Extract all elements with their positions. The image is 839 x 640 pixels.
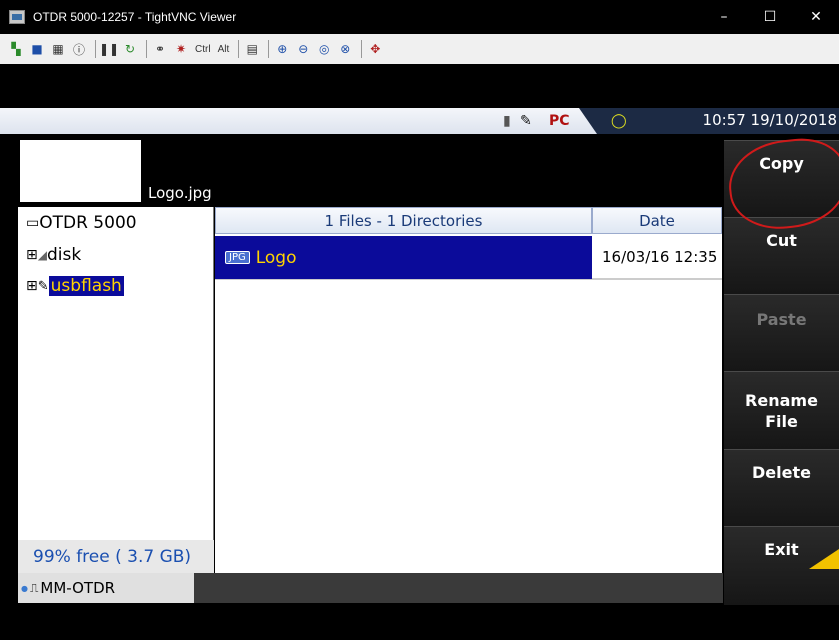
toolbar-separator: [95, 40, 96, 58]
tree-item-label: disk: [46, 245, 82, 265]
disk-icon: ◢: [37, 248, 47, 262]
usb-icon: ✎: [520, 113, 532, 129]
preview-filename: Logo.jpg: [148, 184, 212, 202]
tree-root-label: OTDR 5000: [39, 213, 137, 233]
file-name: Logo: [255, 247, 297, 268]
file-date[interactable]: 16/03/16 12:35: [592, 236, 722, 279]
ctrl-key[interactable]: Ctrl: [193, 40, 213, 58]
expand-icon[interactable]: ⊞: [26, 278, 38, 294]
file-preview-thumbnail: [20, 140, 141, 202]
options-icon[interactable]: ▦: [49, 40, 67, 58]
tab-label: MM-OTDR: [40, 579, 116, 597]
zoom-out-icon[interactable]: ⊖: [294, 40, 312, 58]
file-list: 1 Files - 1 Directories Date JPG Logo 16…: [215, 207, 722, 573]
tree-item-label: usbflash: [48, 276, 124, 296]
toolbar-separator: [361, 40, 363, 58]
directory-tree: ▭ OTDR 5000 ⊞ ◢ disk ⊞ ✎ usbflash: [18, 207, 214, 573]
tree-root[interactable]: ▭ OTDR 5000: [26, 213, 137, 233]
jpg-file-icon: JPG: [225, 251, 250, 264]
toolbar-separator: [146, 40, 147, 58]
fullscreen-icon[interactable]: ✥: [366, 40, 384, 58]
tree-item-disk[interactable]: ⊞ ◢ disk: [26, 245, 81, 265]
expand-icon[interactable]: ⊞: [26, 247, 38, 263]
zoom-fit-icon[interactable]: ⊗: [336, 40, 354, 58]
free-space-label: 99% free ( 3.7 GB): [18, 540, 214, 573]
app-icon: [9, 10, 25, 24]
alt-key[interactable]: Alt: [216, 40, 232, 58]
battery-icon: ▮: [503, 113, 511, 129]
zoom-in-icon[interactable]: ⊕: [273, 40, 291, 58]
vnc-toolbar: ▚ ■ ▦ ⓘ ❚❚ ↻ ⚭ ✷ Ctrl Alt ▤ ⊕ ⊖ ◎ ⊗ ✥: [0, 34, 839, 64]
ctrl-alt-del-icon[interactable]: ⚭: [151, 40, 169, 58]
monitor-icon: ▭: [26, 215, 40, 231]
tab-bar-fill: [194, 573, 723, 603]
usb-icon: ✎: [37, 278, 49, 294]
refresh-icon[interactable]: ↻: [121, 40, 139, 58]
column-header-date[interactable]: Date: [592, 207, 722, 234]
save-icon[interactable]: ■: [28, 40, 46, 58]
trace-icon: ⎍: [29, 580, 39, 595]
win-key-icon[interactable]: ✷: [172, 40, 190, 58]
row-divider: [215, 279, 722, 280]
file-row[interactable]: JPG Logo: [215, 236, 592, 279]
tab-indicator-icon: ●: [21, 583, 28, 593]
clipboard-icon[interactable]: ▤: [243, 40, 261, 58]
column-header-name[interactable]: 1 Files - 1 Directories: [215, 207, 592, 234]
window-controls: – ☐ ✕: [701, 0, 839, 34]
pause-icon[interactable]: ❚❚: [99, 40, 119, 58]
pc-connection-icon: PC: [549, 113, 570, 129]
close-button[interactable]: ✕: [793, 0, 839, 34]
vnc-window: OTDR 5000-12257 - TightVNC Viewer – ☐ ✕ …: [0, 0, 839, 640]
maximize-button[interactable]: ☐: [747, 0, 793, 34]
tree-item-usbflash[interactable]: ⊞ ✎ usbflash: [26, 276, 124, 296]
info-icon[interactable]: ⓘ: [70, 40, 88, 58]
toolbar-separator: [268, 40, 270, 58]
delete-button[interactable]: Delete: [724, 449, 839, 526]
rename-file-button[interactable]: Rename File: [724, 371, 839, 449]
status-clock: 10:57 19/10/2018: [702, 111, 837, 129]
back-arrow-icon[interactable]: [809, 549, 839, 569]
laser-icon: ◯: [611, 113, 627, 129]
tab-mm-otdr[interactable]: ● ⎍ MM-OTDR: [18, 573, 194, 603]
new-connection-icon[interactable]: ▚: [7, 40, 25, 58]
minimize-button[interactable]: –: [701, 0, 747, 34]
paste-button[interactable]: Paste: [724, 294, 839, 371]
toolbar-separator: [238, 40, 240, 58]
window-titlebar: OTDR 5000-12257 - TightVNC Viewer – ☐ ✕: [0, 0, 839, 34]
zoom-100-icon[interactable]: ◎: [315, 40, 333, 58]
window-title: OTDR 5000-12257 - TightVNC Viewer: [33, 10, 237, 24]
